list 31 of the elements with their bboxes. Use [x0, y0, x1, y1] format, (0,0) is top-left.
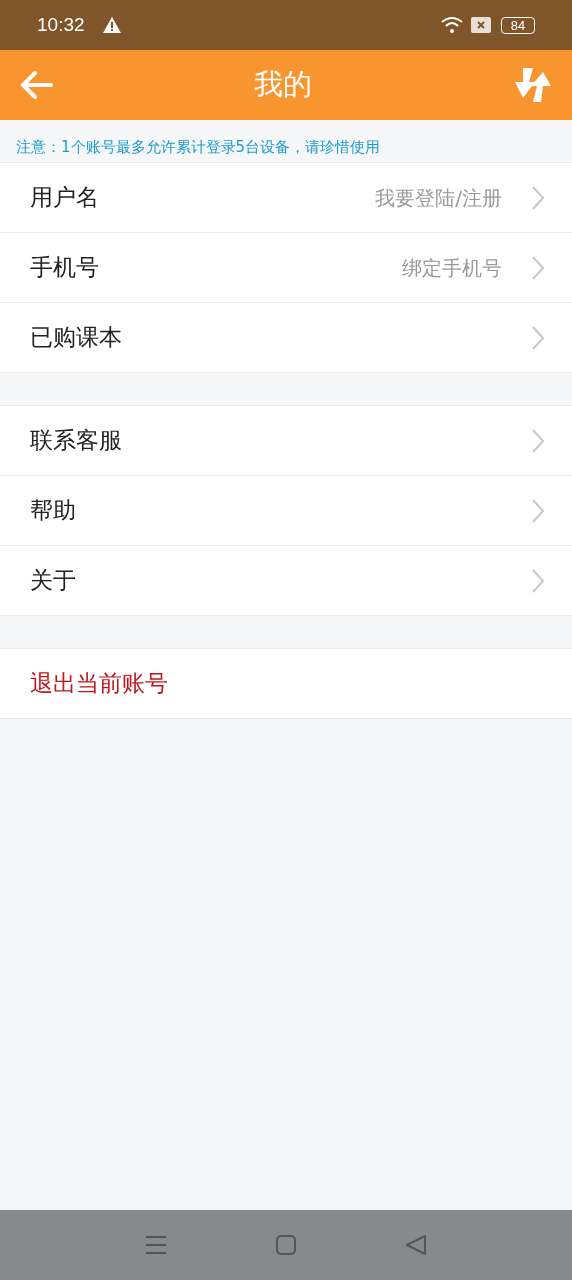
row-value: 我要登陆/注册 [375, 184, 502, 212]
settings-row[interactable]: 关于 [0, 546, 572, 616]
chevron-icon [532, 498, 544, 523]
settings-row[interactable]: 已购课本 [0, 303, 572, 373]
settings-row[interactable]: 帮助 [0, 476, 572, 546]
settings-row[interactable]: 用户名 我要登陆/注册 [0, 163, 572, 233]
back-icon[interactable] [406, 1235, 426, 1255]
page-title: 我的 [254, 66, 312, 104]
chevron-icon [532, 185, 544, 210]
settings-row[interactable]: 手机号 绑定手机号 [0, 233, 572, 303]
row-label: 已购课本 [30, 323, 123, 353]
row-label: 联系客服 [30, 426, 123, 456]
settings-row[interactable]: 联系客服 [0, 406, 572, 476]
logout-button[interactable]: 退出当前账号 [0, 649, 572, 719]
home-icon[interactable] [276, 1235, 296, 1255]
chevron-icon [532, 325, 544, 350]
row-label: 关于 [30, 566, 77, 596]
menu-icon[interactable] [146, 1235, 166, 1255]
row-value: 绑定手机号 [402, 254, 502, 282]
row-label: 用户名 [30, 183, 100, 213]
clock: 10:32 [37, 12, 85, 37]
warning-icon [102, 17, 121, 33]
row-label: 帮助 [30, 496, 77, 526]
sim-icon [471, 17, 491, 33]
battery-indicator: 84 [501, 16, 535, 34]
chevron-icon [532, 255, 544, 280]
chevron-icon [532, 428, 544, 453]
chevron-icon [532, 568, 544, 593]
row-label: 手机号 [30, 253, 100, 283]
wifi-icon [441, 16, 463, 34]
notice-text: 注意：1个账号最多允许累计登录5台设备，请珍惜使用 [15, 136, 382, 158]
